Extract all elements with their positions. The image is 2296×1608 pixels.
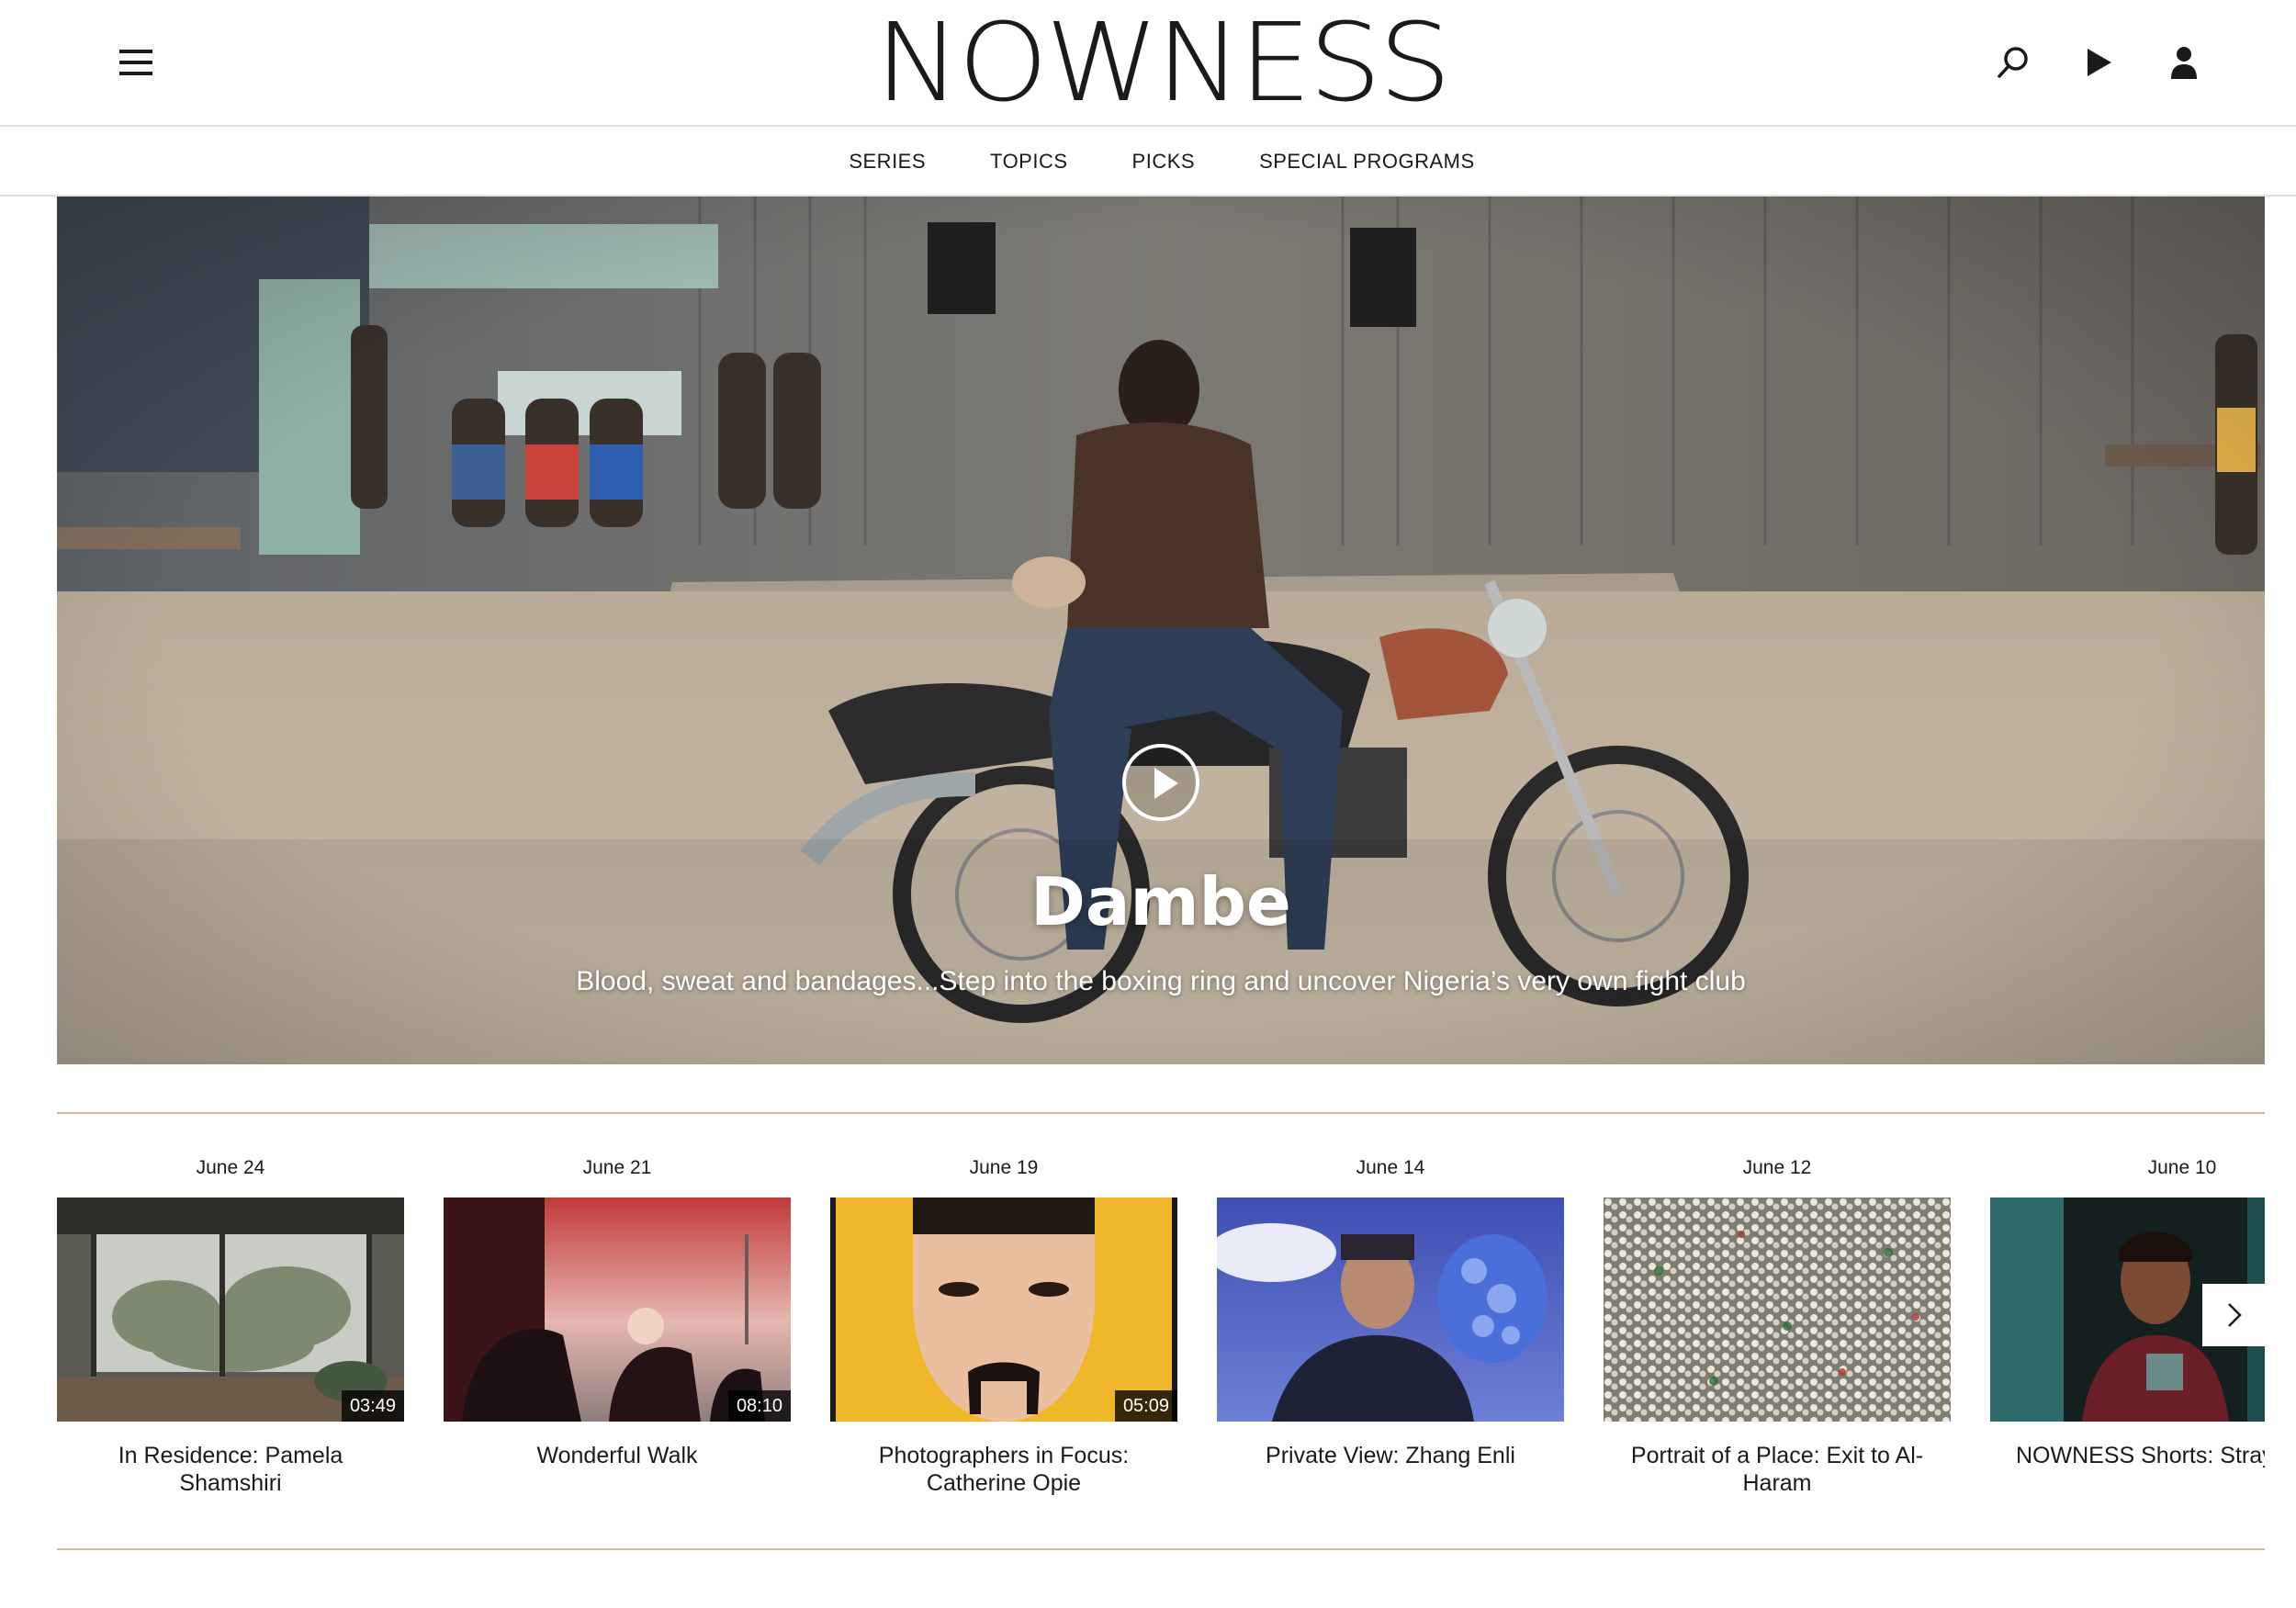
section-divider	[57, 1548, 2265, 1550]
video-card[interactable]: June 21 08:10 Wonderful Walk	[444, 1155, 791, 1469]
video-card[interactable]: June 19 05:09 Photographers in Focus: Ca…	[830, 1155, 1177, 1497]
hero-title[interactable]: Dambe	[57, 863, 2265, 940]
video-title[interactable]: In Residence: Pamela Shamshiri	[57, 1442, 404, 1497]
section-divider	[57, 1112, 2265, 1114]
video-card[interactable]: June 24 03:49 In Residence: Pamela Shams…	[57, 1155, 404, 1497]
video-thumbnail[interactable]	[1604, 1198, 1951, 1422]
video-date: June 10	[2147, 1157, 2217, 1178]
video-date: June 19	[969, 1157, 1039, 1178]
search-icon[interactable]	[1991, 40, 2035, 84]
menu-icon[interactable]	[114, 44, 158, 81]
video-date: June 14	[1356, 1157, 1425, 1178]
nav-item-topics[interactable]: TOPICS	[990, 150, 1068, 174]
site-header: NOWNESS	[0, 0, 2296, 127]
video-title[interactable]: Wonderful Walk	[444, 1442, 791, 1469]
site-logo[interactable]: NOWNESS	[870, 6, 1454, 120]
video-title[interactable]: NOWNESS Shorts: Stray S	[1990, 1442, 2265, 1469]
video-date: June 21	[582, 1157, 652, 1178]
hero-play-button[interactable]	[1122, 744, 1199, 821]
nav-item-picks[interactable]: PICKS	[1132, 150, 1196, 174]
user-icon[interactable]	[2162, 40, 2206, 84]
video-date: June 12	[1742, 1157, 1812, 1178]
nav-item-special-programs[interactable]: SPECIAL PROGRAMS	[1259, 150, 1475, 174]
video-thumbnail[interactable]: 03:49	[57, 1198, 404, 1422]
chevron-right-icon	[2228, 1303, 2242, 1327]
latest-videos-rail: June 24 03:49 In Residence: Pamela Shams…	[57, 1155, 2265, 1523]
rail-next-button[interactable]	[2202, 1284, 2265, 1346]
video-title[interactable]: Private View: Zhang Enli	[1217, 1442, 1564, 1469]
video-duration: 05:09	[1114, 1390, 1177, 1422]
video-thumbnail[interactable]	[1217, 1198, 1564, 1422]
hero-video[interactable]: Dambe Blood, sweat and bandages...Step i…	[57, 197, 2265, 1064]
video-title[interactable]: Portrait of a Place: Exit to Al-Haram	[1604, 1442, 1951, 1497]
primary-nav: SERIES TOPICS PICKS SPECIAL PROGRAMS	[0, 129, 2296, 197]
video-thumbnail[interactable]: 08:10	[444, 1198, 791, 1422]
video-date: June 24	[196, 1157, 265, 1178]
hero-subtitle: Blood, sweat and bandages...Step into th…	[576, 966, 1746, 996]
nav-item-series[interactable]: SERIES	[849, 150, 926, 174]
video-thumbnail[interactable]: 05:09	[830, 1198, 1177, 1422]
video-duration: 08:10	[727, 1390, 791, 1422]
play-icon[interactable]	[2076, 40, 2120, 84]
video-card[interactable]: June 12 Portrait of a Place: Exit to Al-…	[1604, 1155, 1951, 1497]
video-duration: 03:49	[341, 1390, 404, 1422]
video-title[interactable]: Photographers in Focus: Catherine Opie	[830, 1442, 1177, 1497]
video-card[interactable]: June 14 Private View: Zhang Enli	[1217, 1155, 1564, 1469]
